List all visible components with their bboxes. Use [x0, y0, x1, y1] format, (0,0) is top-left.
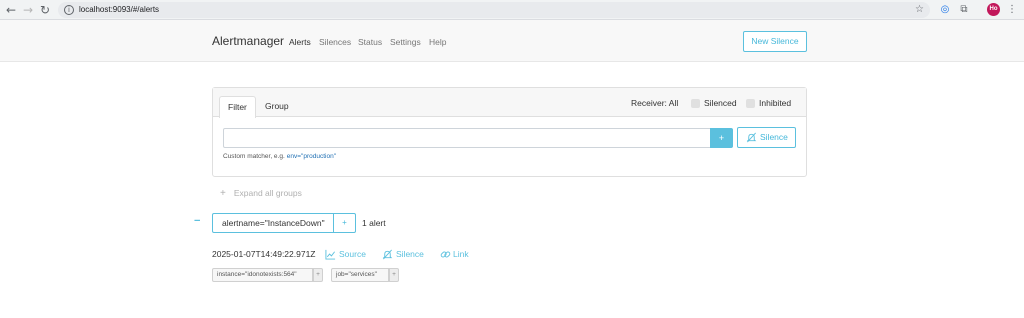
- nav-alerts[interactable]: Alerts: [289, 37, 311, 47]
- label-job-add-button[interactable]: +: [389, 268, 399, 282]
- filter-silence-button[interactable]: Silence: [737, 127, 796, 148]
- site-info-icon[interactable]: i: [64, 5, 74, 15]
- chart-line-icon: [325, 249, 336, 260]
- matcher-hint: Custom matcher, e.g. env="production": [223, 153, 336, 160]
- back-icon[interactable]: ←: [3, 2, 19, 18]
- silenced-checkbox[interactable]: [691, 99, 700, 108]
- address-bar[interactable]: i localhost:9093/#/alerts ☆: [58, 2, 930, 18]
- bell-slash-icon: [382, 249, 393, 260]
- collapse-group-button[interactable]: −: [194, 215, 200, 227]
- bookmark-star-icon[interactable]: ☆: [915, 3, 924, 17]
- plus-icon: +: [220, 188, 226, 199]
- receiver-selector[interactable]: Receiver: All: [631, 98, 678, 108]
- label-job-pill[interactable]: job="services": [331, 268, 389, 282]
- tab-filter[interactable]: Filter: [219, 96, 256, 118]
- group-add-filter-button[interactable]: +: [333, 213, 356, 233]
- expand-all-groups-button[interactable]: + Expand all groups: [220, 188, 302, 199]
- group-label-pill[interactable]: alertname="InstanceDown": [212, 213, 334, 233]
- browser-menu-icon[interactable]: ⋮: [1005, 3, 1019, 17]
- url-text: localhost:9093/#/alerts: [79, 5, 160, 14]
- bell-slash-icon: [746, 132, 757, 143]
- tab-group[interactable]: Group: [257, 96, 297, 117]
- profile-avatar[interactable]: Ho: [987, 3, 1000, 16]
- browser-toolbar: ← → ↻ i localhost:9093/#/alerts ☆ ◎ ⧉ Ho…: [0, 0, 1024, 20]
- inhibited-checkbox[interactable]: [746, 99, 755, 108]
- app-navbar: Alertmanager Alerts Silences Status Sett…: [0, 20, 1024, 62]
- filter-card-header: Filter Group Receiver: All Silenced Inhi…: [213, 88, 806, 118]
- add-filter-button[interactable]: +: [710, 128, 733, 148]
- extension-icon[interactable]: ◎: [938, 3, 952, 17]
- label-instance-pill[interactable]: instance="idonotexists:564": [212, 268, 313, 282]
- alert-source-label: Source: [339, 249, 366, 259]
- label-instance-add-button[interactable]: +: [313, 268, 323, 282]
- expand-all-label: Expand all groups: [233, 188, 302, 198]
- inhibited-label[interactable]: Inhibited: [759, 98, 791, 108]
- alert-silence-label: Silence: [396, 249, 424, 259]
- filter-input[interactable]: [223, 128, 711, 148]
- matcher-hint-example: env="production": [286, 153, 337, 160]
- nav-settings[interactable]: Settings: [390, 37, 421, 47]
- reload-icon[interactable]: ↻: [37, 2, 53, 18]
- alert-link-label: Link: [453, 249, 469, 259]
- matcher-hint-text: Custom matcher, e.g.: [223, 153, 285, 160]
- alert-count: 1 alert: [362, 218, 386, 228]
- nav-status[interactable]: Status: [358, 37, 382, 47]
- alert-timestamp: 2025-01-07T14:49:22.971Z: [212, 249, 316, 259]
- brand-title[interactable]: Alertmanager: [212, 34, 284, 48]
- extensions-puzzle-icon[interactable]: ⧉: [957, 3, 971, 17]
- new-silence-button[interactable]: New Silence: [743, 31, 807, 52]
- filter-card: Filter Group Receiver: All Silenced Inhi…: [212, 87, 807, 177]
- filter-silence-label: Silence: [760, 132, 788, 142]
- link-icon: [440, 251, 451, 258]
- nav-help[interactable]: Help: [429, 37, 446, 47]
- nav-silences[interactable]: Silences: [319, 37, 351, 47]
- forward-icon[interactable]: →: [20, 2, 36, 18]
- silenced-label[interactable]: Silenced: [704, 98, 737, 108]
